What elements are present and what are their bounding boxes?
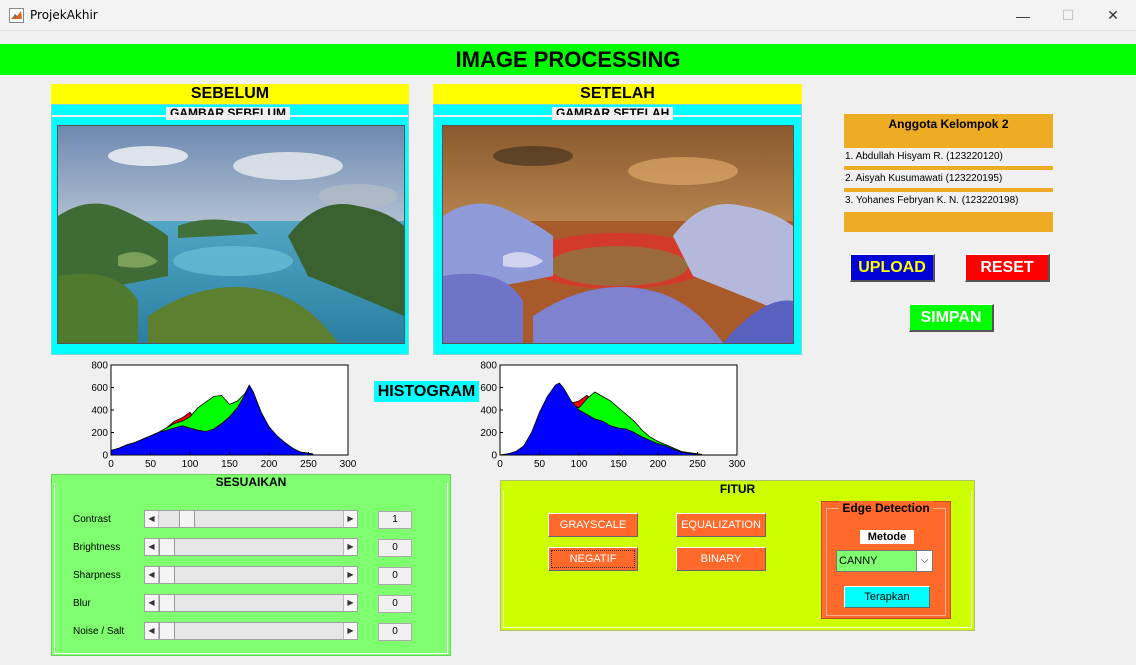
maximize-button[interactable]: ☐ [1045, 0, 1091, 31]
x-tick-label: 250 [689, 459, 706, 470]
close-button[interactable]: ✕ [1090, 0, 1136, 31]
slider-thumb[interactable] [159, 595, 175, 611]
equalization-button[interactable]: EQUALIZATION [676, 513, 766, 537]
y-tick-label: 400 [480, 406, 497, 417]
y-tick-label: 200 [480, 428, 497, 439]
y-tick-label: 400 [91, 406, 108, 417]
team-member: 2. Aisyah Kusumawati (123220195) [844, 170, 1053, 188]
matlab-icon [9, 8, 24, 23]
slider-value-field[interactable]: 0 [378, 539, 412, 557]
edge-detection-panel: Edge Detection Metode CANNY ⌵ Terapkan [821, 501, 951, 619]
adjust-panel: SESUAIKAN Contrast ◀ ▶ 1 Brightness ◀ ▶ 0 Sharpn… [51, 474, 451, 656]
chevron-down-icon[interactable]: ⌵ [916, 551, 932, 571]
slider-value-field[interactable]: 0 [378, 567, 412, 585]
after-image [442, 125, 794, 344]
team-member: 1. Abdullah Hisyam R. (123220120) [844, 148, 1053, 166]
x-tick-label: 250 [300, 459, 317, 470]
adjust-slider[interactable]: ◀ ▶ [144, 622, 358, 640]
team-title: Anggota Kelompok 2 [844, 114, 1053, 148]
method-label: Metode [860, 530, 914, 544]
window-title: ProjekAkhir [30, 8, 98, 22]
adjust-slider[interactable]: ◀ ▶ [144, 510, 358, 528]
slider-left-arrow-icon[interactable]: ◀ [145, 539, 159, 555]
slider-right-arrow-icon[interactable]: ▶ [343, 595, 357, 611]
after-heading: SETELAH [433, 84, 802, 104]
maximize-icon: ☐ [1061, 7, 1075, 23]
adjust-slider[interactable]: ◀ ▶ [144, 594, 358, 612]
x-tick-label: 150 [610, 459, 627, 470]
x-tick-label: 300 [340, 459, 357, 470]
slider-right-arrow-icon[interactable]: ▶ [343, 623, 357, 639]
slider-label: Noise / Salt [73, 626, 125, 637]
slider-right-arrow-icon[interactable]: ▶ [343, 567, 357, 583]
x-tick-label: 100 [571, 459, 588, 470]
team-member: 3. Yohanes Febryan K. N. (123220198) [844, 192, 1053, 210]
y-tick-label: 200 [91, 428, 108, 439]
edge-detection-title-text: Edge Detection [839, 501, 933, 515]
slider-left-arrow-icon[interactable]: ◀ [145, 623, 159, 639]
slider-right-arrow-icon[interactable]: ▶ [343, 539, 357, 555]
reset-button[interactable]: RESET [965, 254, 1050, 282]
binary-button[interactable]: BINARY [676, 547, 766, 571]
x-tick-label: 150 [221, 459, 238, 470]
before-heading: SEBELUM [51, 84, 409, 104]
x-tick-label: 300 [729, 459, 746, 470]
x-tick-label: 200 [650, 459, 667, 470]
x-tick-label: 50 [145, 459, 157, 470]
minimize-button[interactable]: — [1000, 0, 1046, 31]
y-tick-label: 600 [91, 383, 108, 394]
team-footer [844, 212, 1053, 232]
x-tick-label: 0 [497, 459, 503, 470]
slider-left-arrow-icon[interactable]: ◀ [145, 595, 159, 611]
grayscale-button[interactable]: GRAYSCALE [548, 513, 638, 537]
slider-label: Blur [73, 598, 91, 609]
minimize-icon: — [1016, 7, 1030, 24]
before-image-panel: GAMBAR SEBELUM [51, 104, 409, 355]
y-tick-label: 600 [480, 383, 497, 394]
method-value: CANNY [839, 555, 878, 567]
save-button[interactable]: SIMPAN [909, 304, 994, 332]
y-tick-label: 800 [480, 361, 497, 372]
title-bar: ProjekAkhir — ☐ ✕ [0, 0, 1136, 31]
after-image-panel: GAMBAR SETELAH [433, 104, 802, 355]
slider-thumb[interactable] [179, 511, 195, 527]
x-tick-label: 50 [534, 459, 546, 470]
histogram-after: 0 50 100 150 200 250 300 0 200 400 600 800 [480, 361, 746, 471]
upload-button[interactable]: UPLOAD [850, 254, 935, 282]
y-tick-label: 0 [491, 451, 497, 462]
slider-value-field[interactable]: 0 [378, 623, 412, 641]
slider-thumb[interactable] [159, 623, 175, 639]
method-select[interactable]: CANNY ⌵ [836, 550, 933, 572]
adjust-slider[interactable]: ◀ ▶ [144, 538, 358, 556]
before-panel-title: GAMBAR SEBELUM [166, 107, 290, 120]
slider-left-arrow-icon[interactable]: ◀ [145, 511, 159, 527]
slider-right-arrow-icon[interactable]: ▶ [343, 511, 357, 527]
apply-button[interactable]: Terapkan [844, 586, 930, 608]
slider-thumb[interactable] [159, 539, 175, 555]
y-tick-label: 0 [102, 451, 108, 462]
before-image [57, 125, 405, 344]
edge-detection-title: Edge Detection [822, 501, 950, 515]
app-header: IMAGE PROCESSING [0, 44, 1136, 75]
slider-label: Sharpness [73, 570, 121, 581]
negative-button[interactable]: NEGATIF [548, 547, 638, 571]
features-panel: FITUR GRAYSCALE EQUALIZATION NEGATIF BIN… [500, 480, 975, 631]
close-icon: ✕ [1107, 7, 1119, 23]
adjust-slider[interactable]: ◀ ▶ [144, 566, 358, 584]
x-tick-label: 0 [108, 459, 114, 470]
y-tick-label: 800 [91, 361, 108, 372]
slider-label: Brightness [73, 542, 121, 553]
slider-thumb[interactable] [159, 567, 175, 583]
x-tick-label: 200 [261, 459, 278, 470]
team-panel: Anggota Kelompok 2 1. Abdullah Hisyam R.… [844, 114, 1053, 232]
histogram-label: HISTOGRAM [374, 381, 479, 402]
slider-label: Contrast [73, 514, 111, 525]
slider-left-arrow-icon[interactable]: ◀ [145, 567, 159, 583]
histogram-before: 0 50 100 150 200 250 300 0 200 400 600 800 [91, 361, 357, 471]
slider-value-field[interactable]: 1 [378, 511, 412, 529]
x-tick-label: 100 [182, 459, 199, 470]
slider-value-field[interactable]: 0 [378, 595, 412, 613]
after-panel-title: GAMBAR SETELAH [552, 107, 674, 120]
